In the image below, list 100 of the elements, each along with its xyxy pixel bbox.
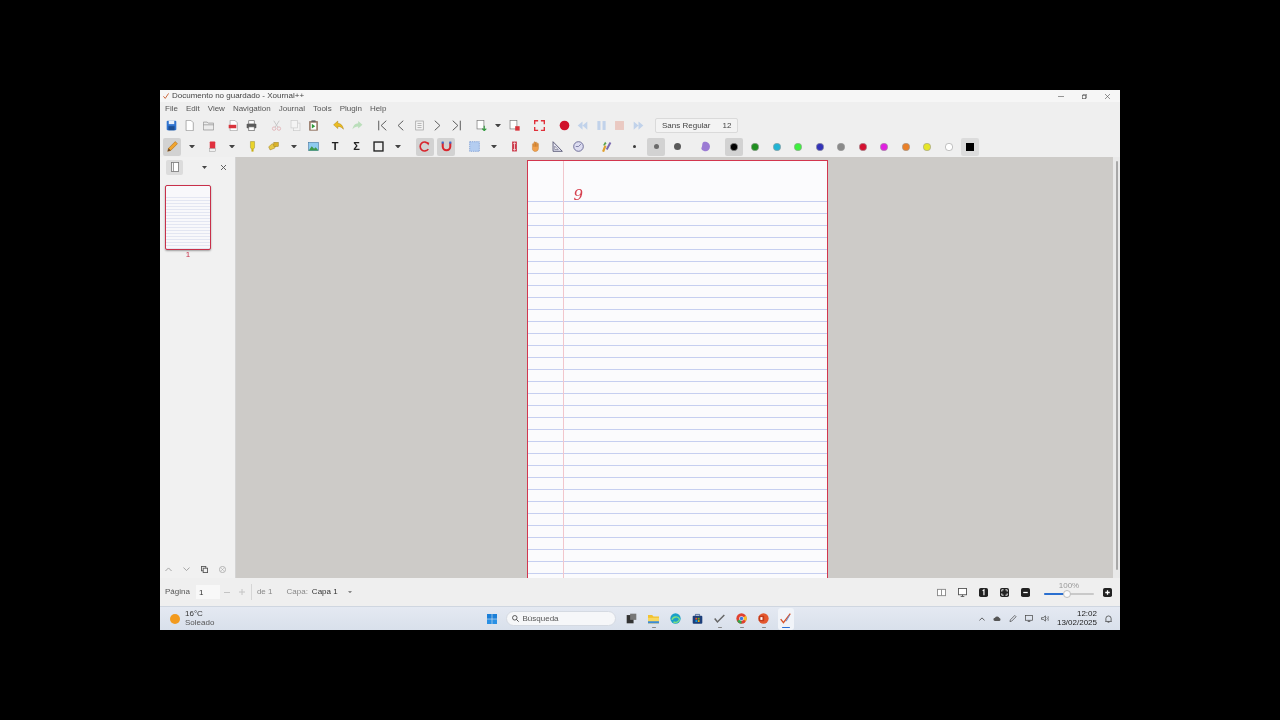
two-page-icon[interactable] (937, 587, 946, 597)
one-page-icon[interactable] (979, 587, 988, 597)
copy-icon[interactable] (201, 565, 208, 573)
paint-blob-icon[interactable] (700, 141, 711, 152)
color-dot-icon[interactable] (751, 142, 759, 151)
restore-icon[interactable] (1082, 93, 1087, 99)
menu-item[interactable]: Edit (185, 104, 200, 113)
caret-icon[interactable] (395, 144, 401, 149)
menu-item[interactable]: Navigation (232, 104, 271, 113)
color-dot-icon[interactable] (901, 142, 910, 151)
slides-icon[interactable] (758, 612, 769, 624)
handwritten-text: 9 (573, 188, 584, 203)
layer-dropdown[interactable]: Capa 1 (311, 588, 352, 596)
cloud-icon[interactable] (992, 615, 1001, 622)
color-dot-icon[interactable] (923, 142, 931, 151)
color-dot-icon[interactable] (772, 142, 781, 151)
dial-icon[interactable] (573, 141, 584, 152)
swirl-icon[interactable] (670, 612, 681, 624)
ring-icon[interactable] (736, 612, 747, 624)
checkmark-icon[interactable] (714, 612, 725, 624)
custom-color-button[interactable] (961, 137, 979, 156)
search-field[interactable]: Búsqueda (505, 611, 616, 626)
notebook-page[interactable]: 9 (526, 160, 828, 578)
caret-icon[interactable] (290, 144, 297, 149)
menu-item[interactable]: Journal (278, 104, 305, 113)
circular-arrow-icon[interactable] (419, 141, 430, 152)
caret-icon[interactable] (189, 144, 195, 149)
menu-item[interactable]: Plugin (339, 104, 362, 113)
square-outline-icon[interactable] (372, 141, 384, 152)
close-icon[interactable] (1105, 93, 1110, 99)
presentation-icon[interactable] (958, 587, 967, 597)
pencil-check-icon[interactable] (780, 612, 791, 624)
pen-icon[interactable] (1008, 615, 1017, 622)
pencil-icon[interactable] (166, 141, 178, 152)
pen-size-button[interactable] (647, 137, 665, 156)
color-square-icon[interactable] (966, 142, 974, 151)
color-dot-icon[interactable] (794, 142, 802, 151)
layer-label: Capa: (286, 588, 308, 596)
search-icon[interactable] (511, 615, 519, 622)
caret-icon[interactable] (229, 144, 235, 149)
shapes-icon[interactable] (268, 141, 279, 152)
pencils-icon[interactable] (601, 141, 612, 152)
page-count: de 1 (256, 588, 273, 596)
chevron-down-icon[interactable] (183, 566, 190, 572)
color-button[interactable] (724, 137, 743, 156)
menu-item[interactable]: Tools (312, 104, 332, 113)
eraser-icon[interactable] (206, 141, 218, 152)
vertical-scrollbar[interactable] (1113, 157, 1120, 578)
zoom-in-icon[interactable] (1103, 587, 1112, 597)
bell-icon[interactable] (1105, 614, 1112, 623)
color-dot-icon[interactable] (837, 142, 845, 151)
caret-icon[interactable] (491, 144, 497, 149)
minimize-icon[interactable] (1058, 95, 1064, 97)
picture-icon[interactable] (308, 141, 319, 152)
color-dot-icon[interactable] (815, 142, 824, 151)
page-preview-toggle[interactable] (166, 159, 183, 175)
triangle-ruler-icon[interactable] (551, 141, 563, 152)
checkmark-icon (163, 93, 169, 99)
grid-snap-toggle[interactable] (437, 137, 455, 156)
color-dot-icon[interactable] (880, 142, 888, 151)
overlapping-squares-icon[interactable] (626, 612, 637, 624)
dot-icon[interactable] (653, 144, 659, 149)
clock-time: 12:02 (1076, 609, 1097, 619)
weather-text: Soleado (185, 618, 215, 628)
speaker-icon[interactable] (1040, 615, 1049, 622)
menu-item[interactable]: View (207, 104, 225, 113)
formula-tool-button[interactable]: Σ (347, 137, 366, 156)
temperature-text: 16°C (185, 609, 204, 619)
dot-icon[interactable] (633, 145, 636, 148)
menu-item[interactable]: Help (369, 104, 387, 113)
dot-icon[interactable] (674, 143, 681, 150)
folder-icon[interactable] (648, 612, 659, 624)
clock-date: 13/02/2025 (1056, 618, 1097, 628)
fit-page-icon[interactable] (1000, 587, 1009, 597)
page-number: 1 (185, 251, 191, 259)
menu-item[interactable]: File (165, 104, 178, 113)
zoom-slider[interactable] (1044, 592, 1094, 595)
sun-icon[interactable] (170, 613, 180, 624)
chevron-up-icon[interactable] (978, 616, 985, 621)
caret-icon[interactable] (202, 165, 207, 169)
windows-logo-icon[interactable] (486, 613, 497, 624)
scrollbar-thumb[interactable] (1116, 161, 1118, 570)
page-thumbnail[interactable] (165, 185, 211, 250)
color-dot-icon[interactable] (858, 142, 867, 151)
zoom-out-icon[interactable] (1021, 587, 1030, 597)
slider-handle[interactable] (1063, 589, 1071, 598)
close-icon[interactable] (221, 164, 226, 170)
page-number-field[interactable]: 1 (195, 585, 220, 599)
color-dot-icon[interactable] (944, 142, 953, 151)
rotation-snap-toggle[interactable] (415, 137, 434, 156)
color-dot-icon[interactable] (729, 142, 738, 151)
magnet-icon[interactable] (440, 141, 452, 152)
monitor-icon[interactable] (1024, 615, 1033, 622)
document-icon[interactable] (170, 162, 179, 172)
font-button[interactable]: Sans Regular 12 (655, 118, 739, 133)
text-tool-button[interactable]: T (326, 137, 344, 156)
hand-icon[interactable] (530, 141, 541, 152)
shopping-bag-icon[interactable] (692, 612, 703, 624)
caret-icon[interactable] (494, 123, 501, 128)
selection-rectangle-icon[interactable] (468, 141, 480, 152)
